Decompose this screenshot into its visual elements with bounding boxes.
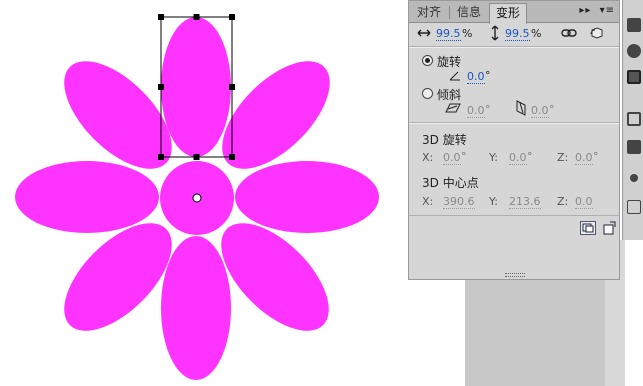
skew-h-value[interactable]: 0.0	[467, 104, 485, 118]
center-3d-title: 3D 中心点	[422, 176, 479, 190]
petal-right	[235, 161, 379, 233]
rot3d-y-value[interactable]: 0.0	[509, 151, 527, 165]
width-scale-icon	[417, 28, 431, 41]
tab-info[interactable]: 信息	[451, 3, 487, 23]
handle-tm	[193, 14, 200, 20]
handle-tr	[229, 14, 235, 20]
right-toolbar	[622, 0, 643, 240]
handle-ml	[158, 84, 164, 90]
collapse-arrows-icon[interactable]: ▸▸	[579, 5, 591, 16]
c3d-y-label: Y:	[489, 195, 498, 208]
tab-transform[interactable]: 变形	[489, 3, 528, 24]
scale-width-value[interactable]: 99.5	[436, 27, 461, 41]
divider-highlight	[409, 47, 619, 48]
rotate-angle-icon	[449, 71, 461, 84]
c3d-x-label: X:	[422, 195, 434, 208]
panel-tabbar: 对齐 信息 变形 ▸▸ ▾≡	[409, 1, 619, 24]
rotate-label: 旋转	[437, 55, 462, 69]
skew-h-degree: °	[485, 103, 491, 116]
skew-v-value[interactable]: 0.0	[531, 104, 549, 118]
rot3d-z-value[interactable]: 0.0	[575, 151, 593, 165]
divider-highlight	[409, 123, 619, 124]
duplicate-and-apply-button[interactable]	[580, 221, 596, 235]
skew-v-degree: °	[549, 103, 555, 116]
reset-scale-icon[interactable]	[589, 26, 605, 43]
scale-height-unit: %	[531, 27, 542, 40]
panel-menu-icon[interactable]: ▾≡	[600, 5, 615, 16]
rot3d-y-degree: °	[527, 150, 533, 163]
panel-resize-grip[interactable]	[505, 273, 525, 277]
stage-edge-gray	[465, 280, 610, 386]
transform-point	[192, 193, 202, 203]
rot3d-y-label: Y:	[489, 151, 498, 164]
flower-artwork[interactable]	[0, 0, 400, 386]
handle-tl	[158, 14, 164, 20]
tab-separator	[449, 6, 450, 19]
info-tool-icon[interactable]	[627, 44, 641, 58]
reset-transform-button[interactable]	[602, 221, 616, 238]
rot3d-x-degree: °	[461, 150, 467, 163]
library-tool-icon[interactable]	[627, 18, 641, 32]
divider	[409, 215, 619, 216]
c3d-z-label: Z:	[557, 195, 569, 208]
rotate-degree: °	[485, 69, 491, 82]
align-tool-icon[interactable]	[627, 112, 641, 126]
constrain-link-icon[interactable]	[561, 28, 577, 41]
panel-menu-icons[interactable]: ▸▸ ▾≡	[579, 5, 615, 16]
tab-align[interactable]: 对齐	[411, 3, 447, 23]
petal-bottom	[161, 236, 231, 380]
handle-br	[229, 154, 235, 160]
skew-vertical-icon	[516, 100, 528, 119]
rot3d-z-label: Z:	[557, 151, 569, 164]
skew-horizontal-icon	[445, 103, 461, 116]
scale-height-value[interactable]: 99.5	[505, 27, 530, 41]
components-tool-icon[interactable]	[627, 140, 641, 154]
skew-radio[interactable]	[422, 88, 433, 99]
rotation-3d-title: 3D 旋转	[422, 133, 467, 147]
petal-left	[15, 161, 159, 233]
rot3d-z-degree: °	[593, 150, 599, 163]
c3d-z-value[interactable]: 0.0	[575, 195, 593, 209]
rotate-radio[interactable]	[422, 55, 433, 66]
c3d-x-value[interactable]: 390.6	[443, 195, 475, 209]
rotate-value[interactable]: 0.0	[467, 70, 485, 84]
c3d-y-value[interactable]: 213.6	[509, 195, 541, 209]
motion-tool-icon[interactable]	[630, 174, 638, 182]
stage-canvas[interactable]: 对齐 信息 变形 ▸▸ ▾≡ 99.5 % 99.5 % 旋转 0.0 ° 倾斜…	[0, 0, 643, 386]
rot3d-x-value[interactable]: 0.0	[443, 151, 461, 165]
handle-mr	[229, 84, 235, 90]
scale-width-unit: %	[462, 27, 473, 40]
transform-panel: 对齐 信息 变形 ▸▸ ▾≡ 99.5 % 99.5 % 旋转 0.0 ° 倾斜…	[408, 0, 620, 280]
height-scale-icon	[491, 25, 499, 44]
history-tool-icon[interactable]	[627, 200, 641, 214]
rot3d-x-label: X:	[422, 151, 434, 164]
transform-tool-icon[interactable]	[627, 70, 641, 84]
skew-label: 倾斜	[437, 88, 462, 102]
handle-bl	[158, 154, 164, 160]
petal-top-selected	[161, 17, 231, 157]
handle-bm	[193, 154, 200, 160]
